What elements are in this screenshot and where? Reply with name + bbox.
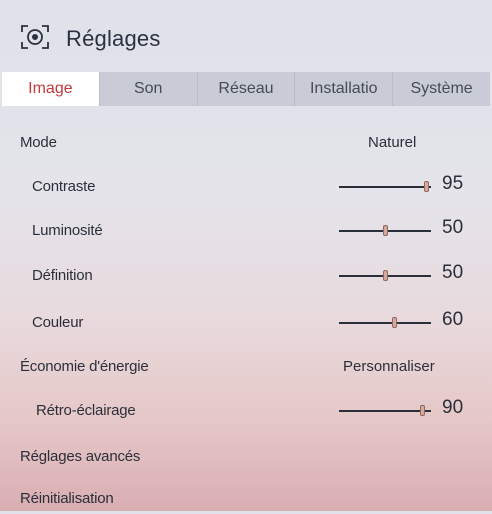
couleur-slider-knob[interactable] — [392, 317, 398, 328]
luminosite-label: Luminosité — [32, 222, 103, 239]
setting-reglages-avances[interactable]: Réglages avancés — [0, 444, 492, 472]
setting-mode[interactable]: Mode Naturel — [0, 130, 492, 158]
retro-slider-knob[interactable] — [419, 405, 425, 416]
definition-value: 50 — [442, 262, 464, 283]
economie-label: Économie d'énergie — [20, 358, 149, 375]
mode-value: Naturel — [368, 134, 417, 151]
avances-label: Réglages avancés — [20, 448, 141, 465]
setting-retro-eclairage[interactable]: Rétro-éclairage 90 — [0, 397, 492, 426]
couleur-label: Couleur — [32, 314, 84, 331]
economie-value: Personnaliser — [343, 358, 435, 375]
contraste-slider-knob[interactable] — [424, 181, 430, 192]
settings-camera-icon — [21, 25, 49, 49]
tab-image[interactable]: Image — [2, 72, 100, 106]
page-title: Réglages — [66, 26, 161, 51]
tab-son[interactable]: Son — [100, 72, 198, 106]
retro-value: 90 — [442, 397, 464, 418]
setting-contraste[interactable]: Contraste 95 — [0, 173, 492, 202]
contraste-slider[interactable] — [339, 181, 431, 192]
retro-slider[interactable] — [339, 405, 431, 416]
contraste-value: 95 — [442, 173, 464, 194]
setting-definition[interactable]: Définition 50 — [0, 262, 492, 291]
retro-label: Rétro-éclairage — [36, 402, 136, 419]
tab-bar: Image Son Réseau Installatio Système — [2, 72, 490, 106]
settings-header: Réglages — [0, 0, 492, 68]
couleur-value: 60 — [442, 309, 464, 330]
couleur-slider[interactable] — [339, 317, 431, 328]
luminosite-slider[interactable] — [339, 225, 431, 236]
tab-reseau[interactable]: Réseau — [198, 72, 296, 106]
contraste-label: Contraste — [32, 178, 96, 195]
mode-label: Mode — [20, 134, 57, 151]
definition-label: Définition — [32, 267, 93, 284]
setting-reinitialisation[interactable]: Réinitialisation — [0, 486, 492, 514]
definition-slider-knob[interactable] — [383, 270, 388, 281]
setting-luminosite[interactable]: Luminosité 50 — [0, 217, 492, 246]
tab-systeme[interactable]: Système — [393, 72, 490, 106]
definition-slider[interactable] — [339, 270, 431, 281]
reinit-label: Réinitialisation — [20, 490, 114, 507]
setting-economie-energie[interactable]: Économie d'énergie Personnaliser — [0, 354, 492, 382]
setting-couleur[interactable]: Couleur 60 — [0, 309, 492, 338]
luminosite-value: 50 — [442, 217, 464, 238]
luminosite-slider-knob[interactable] — [383, 225, 388, 236]
tab-installation[interactable]: Installatio — [295, 72, 394, 106]
